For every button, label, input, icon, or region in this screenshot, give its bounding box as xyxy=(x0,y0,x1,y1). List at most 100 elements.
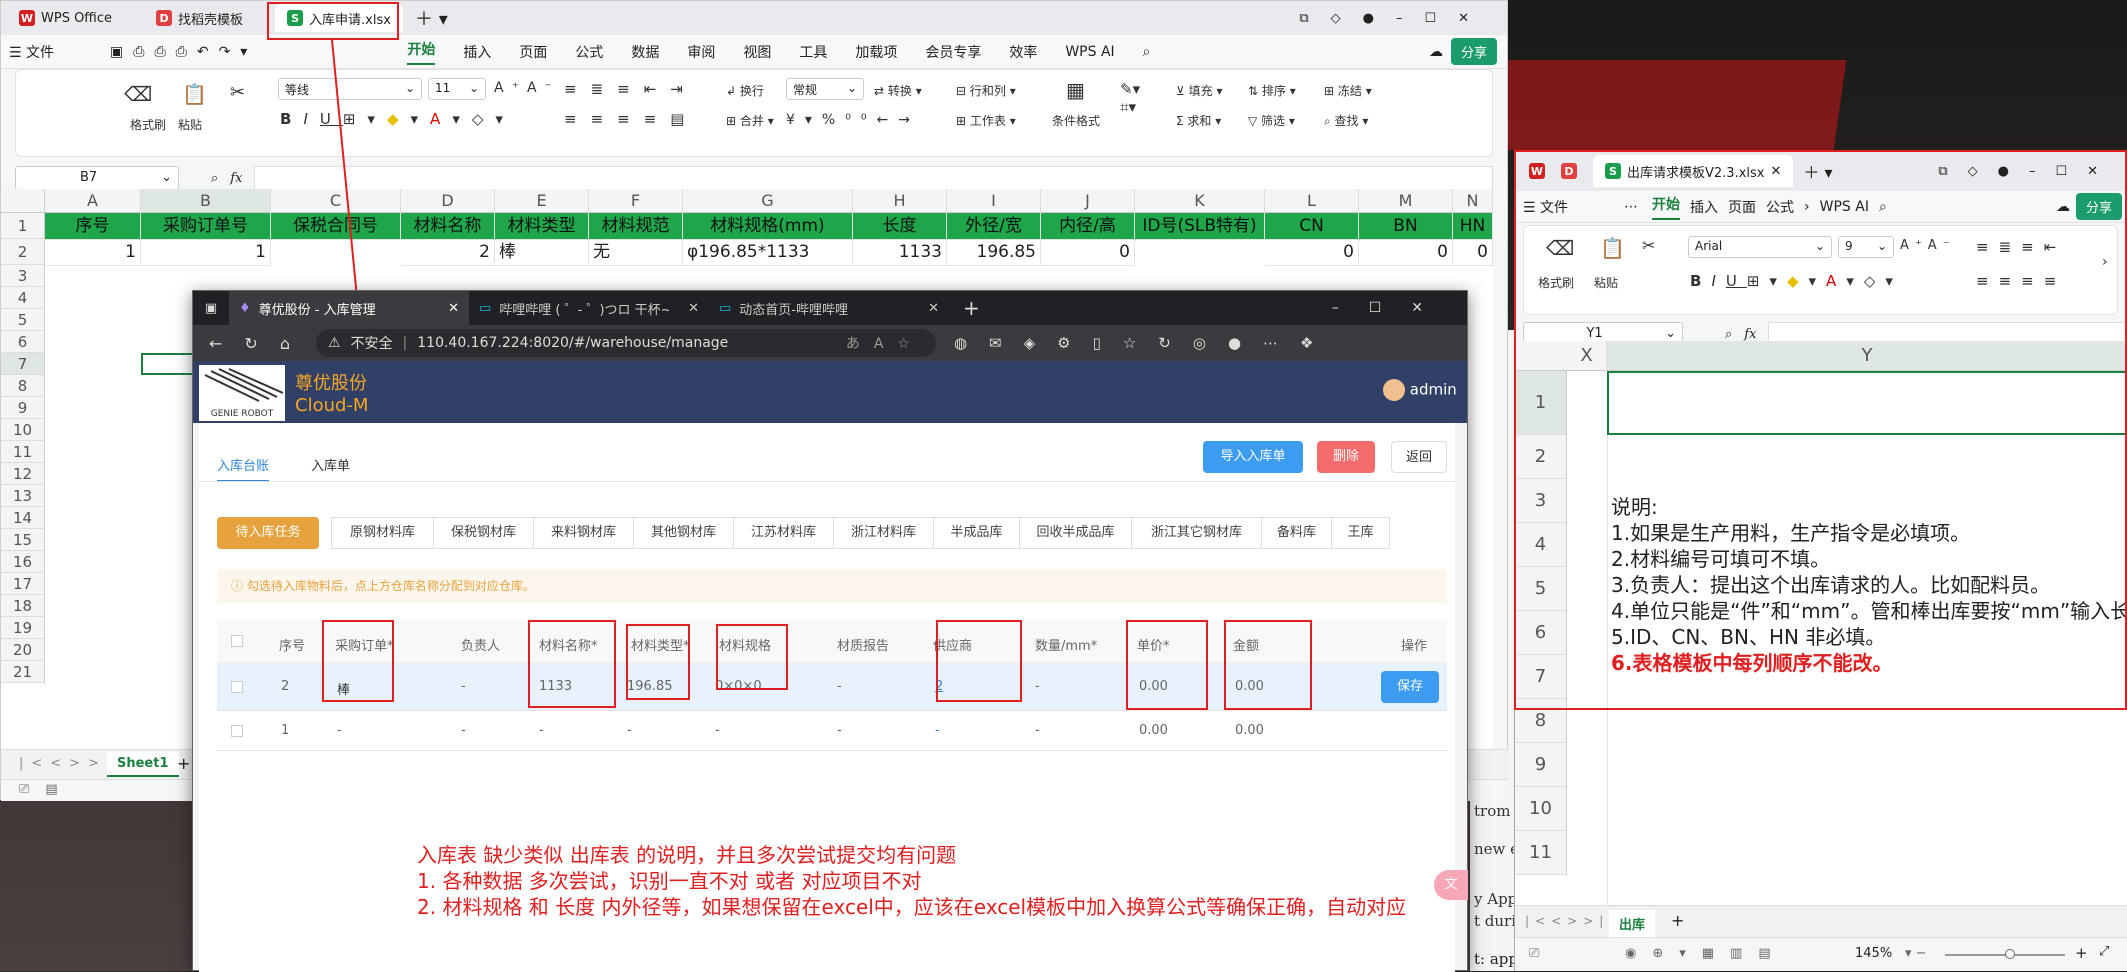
warehouse-tab[interactable]: 江苏材料库 xyxy=(734,517,834,549)
extension-icons[interactable]: ◍✉◈⚙▯☆↻◎●⋯❖ xyxy=(954,334,1336,352)
app-header: GENIE ROBOT 尊优股份 Cloud-M admin xyxy=(193,361,1467,423)
window-controls[interactable]: –☐✕ xyxy=(1332,300,1453,316)
annotation-box-amount xyxy=(1224,620,1312,710)
subtab-ledger[interactable]: 入库台账 xyxy=(217,455,270,482)
bilibili-icon: ▭ xyxy=(479,300,492,316)
warehouse-tab[interactable]: 保税钢材库 xyxy=(434,517,534,549)
user-name: admin xyxy=(1409,380,1457,399)
zoom-in-icon[interactable]: + xyxy=(2075,944,2088,962)
warehouse-tab[interactable]: 王库 xyxy=(1332,517,1390,549)
genie-robot-logo: GENIE ROBOT xyxy=(199,365,285,421)
url-text: 110.40.167.224:8020/#/warehouse/manage xyxy=(417,335,729,351)
avatar xyxy=(1383,379,1405,401)
divider xyxy=(199,481,1455,482)
annotation-box-po xyxy=(322,620,394,702)
warehouse-tabs: 原钢材料库 保税钢材库 来料钢材库 其他钢材库 江苏材料库 浙江材料库 半成品库… xyxy=(331,517,1431,549)
view-mode-icons[interactable]: ◉⊕▾▦▥▤ xyxy=(1625,946,1787,961)
zoom-slider[interactable] xyxy=(1945,949,2065,959)
td-qty[interactable]: - xyxy=(1035,679,1040,694)
td-index: 2 xyxy=(281,679,290,694)
subtab-inbound[interactable]: 入库单 xyxy=(311,455,350,474)
td-index: 1 xyxy=(281,723,290,738)
nav-icons[interactable]: ←↻⌂ xyxy=(209,334,312,353)
tab-title: 哔哩哔哩 ( ゜- ゜)つロ 干杯~-bilib xyxy=(499,302,670,318)
warehouse-tab[interactable]: 原钢材料库 xyxy=(332,517,434,549)
site-favicon: ♦ xyxy=(239,300,251,316)
sheet-nav-icons[interactable]: |<<>>| xyxy=(1525,914,1609,928)
save-button[interactable]: 保存 xyxy=(1381,671,1439,703)
annotation-box-unit-price xyxy=(1126,620,1208,710)
warning-icon: ⚠ xyxy=(327,335,341,351)
td-unit-price[interactable]: 0.00 xyxy=(1139,723,1168,738)
warehouse-tab[interactable]: 备料库 xyxy=(1262,517,1332,549)
warehouse-tab[interactable]: 浙江材料库 xyxy=(834,517,934,549)
warehouse-tab[interactable]: 来料钢材库 xyxy=(534,517,634,549)
zoom-dropdown-icon[interactable]: ▾ − xyxy=(1905,946,1927,961)
td-supplier-link[interactable]: - xyxy=(935,723,940,738)
td-amount[interactable]: 0.00 xyxy=(1235,723,1264,738)
browser-tab-dynamic[interactable]: ▭ 动态首页-哔哩哔哩 ✕ xyxy=(709,291,949,325)
th-qty: 数量/mm* xyxy=(1035,639,1098,654)
url-field[interactable]: ⚠ 不安全 | 110.40.167.224:8020/#/warehouse/… xyxy=(315,329,936,357)
select-all-checkbox[interactable] xyxy=(231,635,243,647)
import-button[interactable]: 导入入库单 xyxy=(1203,441,1303,473)
td-report[interactable]: - xyxy=(837,679,842,694)
td-owner[interactable]: - xyxy=(461,679,466,694)
row-header[interactable]: 9 xyxy=(1515,743,1567,787)
row-header[interactable]: 10 xyxy=(1515,787,1567,831)
delete-button[interactable]: 删除 xyxy=(1317,441,1375,473)
td-material-name[interactable]: - xyxy=(539,723,544,738)
row-header[interactable]: 11 xyxy=(1515,831,1567,875)
td-material-type[interactable]: - xyxy=(627,723,632,738)
warehouse-tab[interactable]: 浙江其它钢材库 xyxy=(1132,517,1262,549)
sheet-tab[interactable]: 出库 xyxy=(1609,910,1656,939)
brand-sub: Cloud-M xyxy=(295,395,369,416)
th-report: 材质报告 xyxy=(837,639,890,654)
close-tab-icon[interactable]: ✕ xyxy=(928,301,939,316)
new-tab-icon[interactable]: + xyxy=(963,296,980,320)
bilibili-icon: ▭ xyxy=(719,300,732,316)
user-menu[interactable]: admin xyxy=(1383,379,1457,401)
browser-tab-bilibili[interactable]: ▭ 哔哩哔哩 ( ゜- ゜)つロ 干杯~-bilib ✕ xyxy=(469,291,709,325)
row-checkbox[interactable] xyxy=(231,681,243,693)
tip-text: 勾选待入库物料后，点上方仓库名称分配到对应仓库。 xyxy=(246,579,535,593)
td-qty[interactable]: - xyxy=(1035,723,1040,738)
annotation-box-material-spec xyxy=(716,624,788,690)
row-checkbox[interactable] xyxy=(231,725,243,737)
tip-banner: ⓘ 勾选待入库物料后，点上方仓库名称分配到对应仓库。 xyxy=(217,569,1447,603)
wps2-sheet-tab-bar: |<<>>| 出库 + xyxy=(1515,905,2127,939)
annotation-box-right-window xyxy=(1514,150,2127,710)
status-icon[interactable]: ⎚ xyxy=(1529,946,1539,961)
th-index: 序号 xyxy=(279,639,306,654)
warehouse-tab[interactable]: 回收半成品库 xyxy=(1020,517,1132,549)
annotation-note: 2. 材料规格 和 长度 内外径等，如果想保留在excel中，应该在excel模… xyxy=(417,895,1407,919)
fullscreen-icon[interactable]: ⤢ xyxy=(2099,944,2109,959)
close-tab-icon[interactable]: ✕ xyxy=(688,301,699,316)
browser-tab-bar: ▣ ♦ 尊优股份 - 入库管理 ✕ ▭ 哔哩哔哩 ( ゜- ゜)つロ 干杯~-bili… xyxy=(193,291,1467,325)
warehouse-tab[interactable]: 半成品库 xyxy=(934,517,1020,549)
logo-caption: GENIE ROBOT xyxy=(210,409,274,419)
annotation-box-supplier xyxy=(936,620,1022,702)
td-material-spec[interactable]: - xyxy=(715,723,720,738)
add-sheet-icon[interactable]: + xyxy=(1671,911,1684,930)
browser-address-bar: ←↻⌂ ⚠ 不安全 | 110.40.167.224:8020/#/wareho… xyxy=(193,325,1467,361)
address-action-icons[interactable]: あA☆ xyxy=(846,333,924,353)
th-owner: 负责人 xyxy=(461,639,501,654)
brand-name: 尊优股份 xyxy=(295,373,367,394)
td-report[interactable]: - xyxy=(837,723,842,738)
annotation-note: 1. 各种数据 多次尝试，识别一直不对 或者 对应项目不对 xyxy=(417,869,922,893)
close-tab-icon[interactable]: ✕ xyxy=(448,301,459,316)
warehouse-tab[interactable]: 其他钢材库 xyxy=(634,517,734,549)
tab-actions-icon[interactable]: ▣ xyxy=(193,301,229,316)
translate-float-icon[interactable]: 文 xyxy=(1434,870,1468,900)
wps2-status-bar: ⎚ ◉⊕▾▦▥▤ 145% ▾ − + ⤢ xyxy=(1515,937,2127,971)
td-po[interactable]: - xyxy=(337,723,342,738)
td-owner[interactable]: - xyxy=(461,723,466,738)
browser-tab-warehouse[interactable]: ♦ 尊优股份 - 入库管理 ✕ xyxy=(229,291,469,325)
pending-task-button[interactable]: 待入库任务 xyxy=(217,517,319,549)
back-button[interactable]: 返回 xyxy=(1391,441,1447,473)
tab-title: 尊优股份 - 入库管理 xyxy=(258,302,376,318)
annotation-note: 入库表 缺少类似 出库表 的说明，并且多次尝试提交均有问题 xyxy=(417,843,957,867)
annotation-box-material-name xyxy=(528,620,616,708)
zoom-level: 145% xyxy=(1855,946,1893,961)
